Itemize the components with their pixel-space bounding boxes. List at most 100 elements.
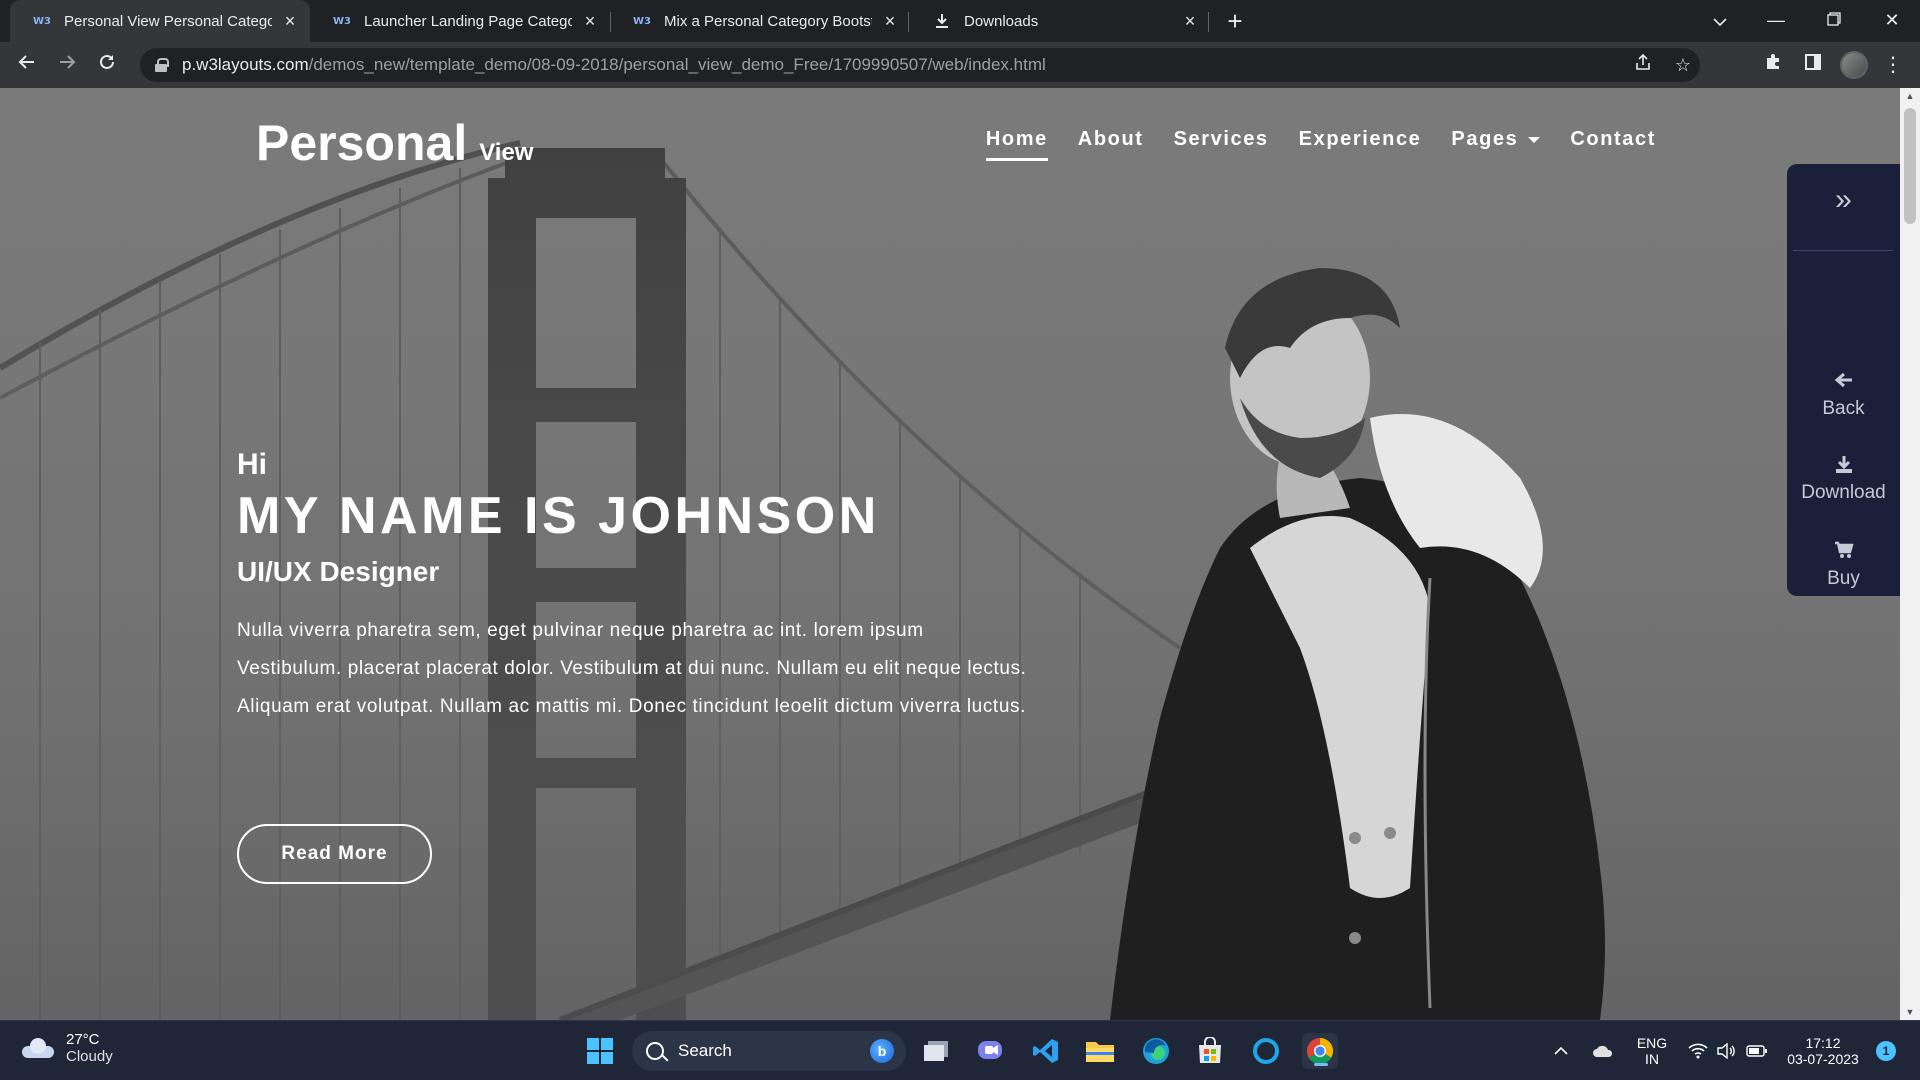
wifi-icon[interactable] <box>1684 1021 1712 1080</box>
main-nav: Home About Services Experience Pages Con… <box>956 128 1656 161</box>
browser-tab-4[interactable]: Downloads × <box>910 0 1210 42</box>
close-tab-icon[interactable]: × <box>880 11 900 32</box>
weather-widget[interactable]: 27°C Cloudy <box>22 1031 113 1065</box>
tab-separator <box>908 12 909 32</box>
scrollbar-thumb[interactable] <box>1904 108 1916 224</box>
tab-separator <box>1208 12 1209 32</box>
nav-experience[interactable]: Experience <box>1299 128 1422 161</box>
browser-toolbar: p.w3layouts.com/demos_new/template_demo/… <box>0 42 1920 88</box>
w3-favicon-icon: W3 <box>33 15 51 27</box>
nav-about[interactable]: About <box>1078 128 1144 161</box>
brand-sub: View <box>479 139 534 166</box>
volume-icon[interactable] <box>1714 1021 1740 1080</box>
cart-icon <box>1787 540 1900 566</box>
site-logo[interactable]: Personal View <box>256 114 533 172</box>
search-icon <box>646 1042 664 1060</box>
file-explorer-icon[interactable] <box>1082 1033 1118 1069</box>
vscode-icon[interactable] <box>1028 1033 1064 1069</box>
weather-temp: 27°C <box>66 1031 100 1048</box>
tab-title: Personal View Personal Category <box>64 12 272 30</box>
address-bar[interactable]: p.w3layouts.com/demos_new/template_demo/… <box>140 48 1700 82</box>
close-tab-icon[interactable]: × <box>580 11 600 32</box>
browser-tab-3[interactable]: W3 Mix a Personal Category Bootstra × <box>610 0 910 42</box>
search-label: Search <box>678 1041 732 1060</box>
lang-primary: ENG <box>1636 1035 1668 1051</box>
bookmark-star-icon[interactable]: ☆ <box>1668 50 1698 80</box>
task-view-icon[interactable] <box>918 1033 954 1069</box>
nav-services[interactable]: Services <box>1174 128 1269 161</box>
panel-download-button[interactable]: Download <box>1787 454 1900 504</box>
hero-greeting: Hi <box>237 448 267 481</box>
forward-arrow-icon[interactable] <box>52 50 82 80</box>
side-panel-icon[interactable] <box>1798 50 1828 80</box>
hero-name: MY NAME IS JOHNSON <box>237 487 880 545</box>
windows-start-icon[interactable] <box>582 1033 618 1069</box>
lock-icon[interactable] <box>154 58 169 72</box>
tray-overflow-chevron-icon[interactable] <box>1548 1021 1574 1080</box>
close-window-icon[interactable]: ✕ <box>1864 0 1920 42</box>
weather-desc: Cloudy <box>66 1048 113 1065</box>
battery-icon[interactable] <box>1742 1021 1772 1080</box>
clock[interactable]: 17:12 03-07-2023 <box>1780 1021 1866 1080</box>
nav-home[interactable]: Home <box>985 128 1048 161</box>
new-tab-button[interactable]: + <box>1220 6 1250 36</box>
panel-back-button[interactable]: Back <box>1787 370 1900 420</box>
taskbar-search[interactable]: Search b <box>632 1031 906 1071</box>
microsoft-store-icon[interactable] <box>1192 1033 1228 1069</box>
demo-side-panel: » Back Download Buy <box>1787 164 1900 596</box>
tab-title: Mix a Personal Category Bootstra <box>664 12 872 30</box>
teams-chat-icon[interactable] <box>972 1033 1008 1069</box>
minimize-icon[interactable]: — <box>1748 0 1804 42</box>
chrome-icon[interactable] <box>1302 1033 1338 1069</box>
scroll-up-arrow-icon[interactable]: ▲ <box>1900 88 1920 104</box>
double-chevron-right-icon[interactable]: » <box>1787 182 1900 218</box>
scroll-down-arrow-icon[interactable]: ▼ <box>1900 1004 1920 1020</box>
browser-tab-1[interactable]: W3 Personal View Personal Category × <box>10 0 310 42</box>
notification-badge[interactable]: 1 <box>1874 1021 1898 1080</box>
close-tab-icon[interactable]: × <box>280 11 300 32</box>
panel-divider <box>1793 250 1893 251</box>
restore-icon[interactable] <box>1806 0 1862 42</box>
clock-date: 03-07-2023 <box>1787 1051 1859 1067</box>
hero-section: Hi MY NAME IS JOHNSON UI/UX Designer Nul… <box>237 448 1037 726</box>
portrait-image <box>1110 268 1605 1020</box>
download-icon <box>1787 454 1900 480</box>
download-icon <box>932 11 952 31</box>
lang-region: IN <box>1645 1051 1659 1067</box>
url-text[interactable]: p.w3layouts.com/demos_new/template_demo/… <box>182 55 1046 75</box>
share-icon[interactable] <box>1628 50 1658 80</box>
arrow-left-icon <box>1787 370 1900 396</box>
onedrive-cloud-icon[interactable] <box>1588 1021 1618 1080</box>
read-more-button[interactable]: Read More <box>237 824 432 884</box>
close-tab-icon[interactable]: × <box>1180 11 1200 32</box>
language-indicator[interactable]: ENG IN <box>1630 1021 1674 1080</box>
page-scrollbar[interactable]: ▲ ▼ <box>1900 88 1920 1020</box>
panel-back-label: Back <box>1822 398 1865 419</box>
tab-search-chevron-icon[interactable] <box>1692 0 1748 42</box>
hero-role: UI/UX Designer <box>237 556 440 587</box>
tab-title: Launcher Landing Page Category <box>364 12 572 30</box>
kebab-menu-icon[interactable]: ⋮ <box>1878 50 1908 80</box>
tab-title: Downloads <box>964 12 1039 30</box>
bing-icon[interactable]: b <box>870 1039 894 1063</box>
page-viewport: Personal View Home About Services Experie… <box>0 88 1920 1020</box>
notification-count: 1 <box>1876 1041 1896 1061</box>
panel-buy-button[interactable]: Buy <box>1787 540 1900 590</box>
profile-avatar[interactable] <box>1840 51 1868 79</box>
brand-main: Personal <box>256 115 468 171</box>
cortana-icon[interactable] <box>1248 1033 1284 1069</box>
w3-favicon-icon: W3 <box>633 15 651 27</box>
edge-browser-icon[interactable] <box>1138 1033 1174 1069</box>
panel-download-label: Download <box>1801 482 1886 503</box>
extensions-puzzle-icon[interactable] <box>1758 50 1788 80</box>
active-app-indicator <box>1314 1063 1328 1066</box>
browser-tab-strip: W3 Personal View Personal Category × W3 … <box>0 0 1920 42</box>
nav-contact[interactable]: Contact <box>1570 128 1656 161</box>
windows-taskbar: 27°C Cloudy Search b ENG IN 17:12 03-07-… <box>0 1020 1920 1080</box>
nav-pages-label: Pages <box>1451 128 1519 150</box>
reload-icon[interactable] <box>92 50 122 80</box>
back-arrow-icon[interactable] <box>12 50 42 80</box>
nav-pages[interactable]: Pages <box>1451 128 1541 161</box>
w3-favicon-icon: W3 <box>333 15 351 27</box>
browser-tab-2[interactable]: W3 Launcher Landing Page Category × <box>310 0 610 42</box>
